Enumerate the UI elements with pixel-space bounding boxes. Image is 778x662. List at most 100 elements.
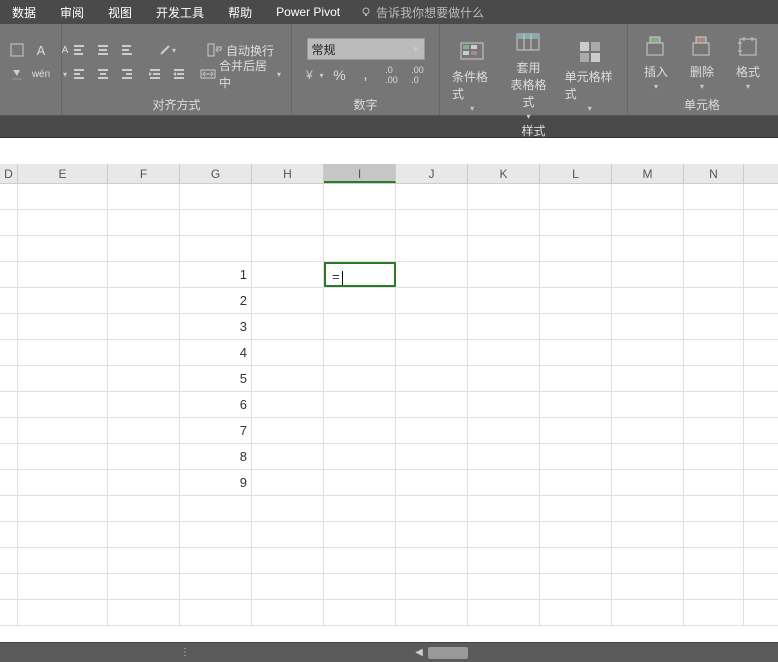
- horizontal-scroll-thumb[interactable]: [428, 647, 468, 659]
- column-header[interactable]: L: [540, 164, 612, 183]
- cell[interactable]: [0, 210, 18, 235]
- cell[interactable]: [468, 210, 540, 235]
- increase-font-button[interactable]: A: [30, 39, 52, 61]
- cell[interactable]: [612, 288, 684, 313]
- cell[interactable]: [468, 262, 540, 287]
- decrease-indent-button[interactable]: [144, 63, 166, 85]
- cell[interactable]: [18, 340, 108, 365]
- align-bottom-button[interactable]: [116, 39, 138, 61]
- comma-button[interactable]: ,: [355, 64, 377, 86]
- cell[interactable]: 4: [180, 340, 252, 365]
- cell[interactable]: [180, 522, 252, 547]
- column-header[interactable]: K: [468, 164, 540, 183]
- cell[interactable]: [612, 496, 684, 521]
- cell[interactable]: [684, 522, 744, 547]
- cell[interactable]: [324, 236, 396, 261]
- cell[interactable]: [468, 392, 540, 417]
- column-header[interactable]: G: [180, 164, 252, 183]
- column-header[interactable]: E: [18, 164, 108, 183]
- align-middle-button[interactable]: [92, 39, 114, 61]
- decrease-decimal-button[interactable]: .00.0: [407, 64, 429, 86]
- cell[interactable]: [540, 262, 612, 287]
- cell[interactable]: [18, 548, 108, 573]
- cell[interactable]: [252, 314, 324, 339]
- cell[interactable]: [540, 236, 612, 261]
- font-border-button[interactable]: [6, 39, 28, 61]
- cell[interactable]: [0, 392, 18, 417]
- delete-cells-button[interactable]: 删除 ▾: [682, 31, 722, 93]
- cell[interactable]: [0, 522, 18, 547]
- cell[interactable]: [684, 314, 744, 339]
- column-header[interactable]: I: [324, 164, 396, 183]
- cell[interactable]: [0, 548, 18, 573]
- format-as-table-button[interactable]: 套用 表格格式 ▾: [502, 27, 554, 123]
- menu-tab[interactable]: 帮助: [216, 0, 264, 24]
- orientation-button[interactable]: ▾: [156, 39, 178, 61]
- cell[interactable]: [324, 366, 396, 391]
- cell[interactable]: [612, 236, 684, 261]
- cell[interactable]: [18, 444, 108, 469]
- cell[interactable]: [18, 496, 108, 521]
- cell[interactable]: [684, 392, 744, 417]
- cell[interactable]: [468, 314, 540, 339]
- cell[interactable]: [612, 314, 684, 339]
- cell[interactable]: [180, 548, 252, 573]
- menu-tab[interactable]: 数据: [0, 0, 48, 24]
- cell[interactable]: [108, 548, 180, 573]
- spreadsheet-grid[interactable]: DEFGHIJKLMN 1=23456789: [0, 138, 778, 642]
- cell[interactable]: [252, 184, 324, 209]
- cell[interactable]: [540, 548, 612, 573]
- cell[interactable]: [540, 210, 612, 235]
- cell[interactable]: [180, 184, 252, 209]
- cell[interactable]: [612, 210, 684, 235]
- align-top-button[interactable]: [68, 39, 90, 61]
- cell[interactable]: [18, 366, 108, 391]
- increase-decimal-button[interactable]: .0.00: [381, 64, 403, 86]
- menu-tab[interactable]: 开发工具: [144, 0, 216, 24]
- tell-me-search[interactable]: 告诉我你想要做什么: [360, 4, 484, 21]
- cell[interactable]: [0, 600, 18, 625]
- cell[interactable]: 6: [180, 392, 252, 417]
- cell[interactable]: [612, 366, 684, 391]
- cell[interactable]: [0, 496, 18, 521]
- cell[interactable]: [468, 600, 540, 625]
- cell[interactable]: [108, 262, 180, 287]
- cell[interactable]: 7: [180, 418, 252, 443]
- cell[interactable]: [684, 444, 744, 469]
- cell[interactable]: [18, 600, 108, 625]
- cell[interactable]: [612, 184, 684, 209]
- cell[interactable]: [108, 340, 180, 365]
- cell[interactable]: [18, 522, 108, 547]
- cell[interactable]: [468, 522, 540, 547]
- column-header[interactable]: N: [684, 164, 744, 183]
- cell[interactable]: [108, 418, 180, 443]
- cell[interactable]: [540, 288, 612, 313]
- cell[interactable]: [108, 236, 180, 261]
- cell[interactable]: [108, 184, 180, 209]
- cell[interactable]: [0, 470, 18, 495]
- cell[interactable]: [684, 548, 744, 573]
- cell[interactable]: [396, 184, 468, 209]
- cell[interactable]: [252, 262, 324, 287]
- cell[interactable]: [540, 418, 612, 443]
- cell[interactable]: [684, 600, 744, 625]
- cell[interactable]: [540, 470, 612, 495]
- cell[interactable]: [252, 236, 324, 261]
- cell[interactable]: [396, 470, 468, 495]
- cell[interactable]: [0, 184, 18, 209]
- cell[interactable]: =: [324, 262, 396, 287]
- cell[interactable]: [612, 444, 684, 469]
- cell[interactable]: [252, 548, 324, 573]
- cell[interactable]: [468, 496, 540, 521]
- cell[interactable]: [540, 600, 612, 625]
- cell[interactable]: [108, 496, 180, 521]
- cell[interactable]: [18, 210, 108, 235]
- cell[interactable]: [0, 288, 18, 313]
- cell[interactable]: [108, 574, 180, 599]
- number-format-dropdown[interactable]: 常规 ▼: [307, 38, 425, 60]
- cell[interactable]: [324, 470, 396, 495]
- cell[interactable]: 8: [180, 444, 252, 469]
- cell[interactable]: [108, 210, 180, 235]
- cell[interactable]: [0, 262, 18, 287]
- cell[interactable]: [324, 314, 396, 339]
